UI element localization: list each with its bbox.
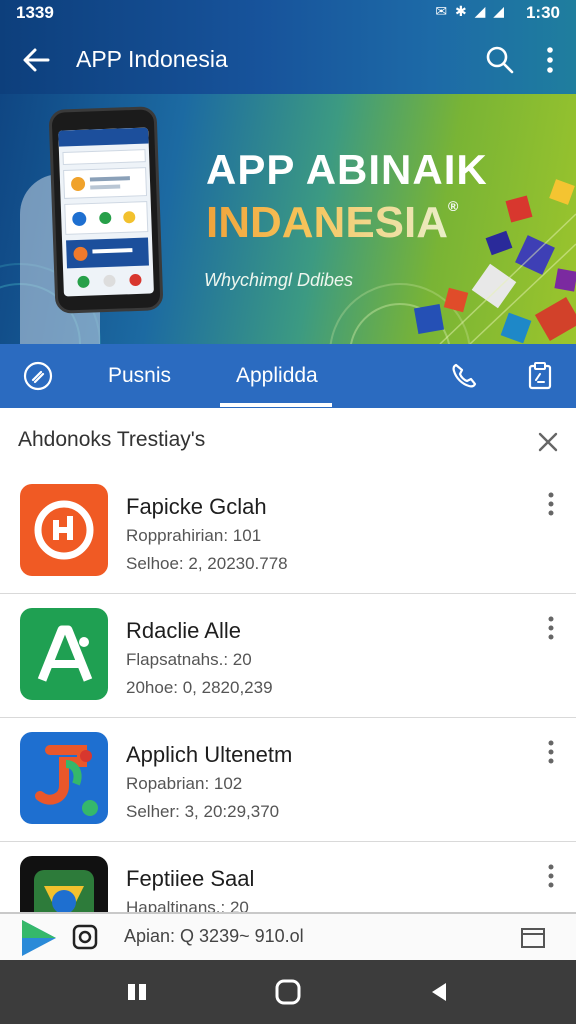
active-tab-indicator <box>220 403 332 407</box>
app-name: Rdaclie Alle <box>126 618 241 643</box>
tag-icon[interactable] <box>22 360 54 392</box>
arrow-left-icon[interactable] <box>18 42 54 78</box>
clipboard-icon[interactable] <box>524 360 556 392</box>
page-title: APP Indonesia <box>76 46 228 72</box>
app-icon-dark <box>20 856 108 912</box>
more-vertical-icon[interactable] <box>540 614 562 644</box>
app-meta-info: Selher: 3, 20:29,370 <box>126 802 280 821</box>
more-vertical-icon[interactable] <box>540 490 562 520</box>
status-icons: ✉ ✱ ◢ ◢ <box>435 3 506 19</box>
status-time: 1339 <box>16 3 54 22</box>
recents-icon[interactable] <box>124 978 152 1006</box>
app-name: Applich Ultenetm <box>126 742 293 767</box>
app-name: Fapicke Gclah <box>126 494 267 519</box>
section-title: Ahdonoks Trestiay's <box>18 428 206 451</box>
phone-icon[interactable] <box>448 360 480 392</box>
app-icon-green <box>20 608 108 700</box>
tab-applidda[interactable]: Applidda <box>236 364 318 388</box>
app-icon-blue <box>20 732 108 824</box>
banner-subtitle: Whychimgl Ddibes <box>204 270 354 290</box>
search-icon[interactable] <box>484 44 516 76</box>
app-meta-downloads: Hapaltinans.: 20 <box>126 898 249 912</box>
phone-illustration <box>48 106 164 314</box>
home-icon[interactable] <box>274 978 302 1006</box>
status-bar: 1339 ✉ ✱ ◢ ◢ 1:30 <box>0 0 576 26</box>
app-icon-orange <box>20 484 108 576</box>
play-store-icon <box>20 918 60 958</box>
strip-text: Apian: Q 3239~ 910.ol <box>124 926 304 946</box>
bottom-info-strip[interactable]: Apian: Q 3239~ 910.ol <box>0 912 576 960</box>
more-vertical-icon[interactable] <box>536 44 564 76</box>
status-clock: 1:30 <box>525 3 560 22</box>
tab-bar: Pusnis Applidda <box>0 344 576 408</box>
app-meta-downloads: Ropprahirian: 101 <box>126 526 262 545</box>
more-vertical-icon[interactable] <box>540 862 562 892</box>
system-nav-bar <box>0 960 576 1024</box>
list-item[interactable]: Fapicke Gclah Ropprahirian: 101 Selhoe: … <box>0 470 576 594</box>
badge-icon <box>72 924 98 950</box>
app-meta-info: Selhoe: 2, 20230.778 <box>126 554 288 573</box>
window-icon[interactable] <box>520 926 546 950</box>
tab-pusnis[interactable]: Pusnis <box>108 364 171 388</box>
app-name: Feptiiee Saal <box>126 866 255 891</box>
list-item[interactable]: Rdaclie Alle Flapsatnahs.: 20 20hoe: 0, … <box>0 594 576 718</box>
back-triangle-icon[interactable] <box>426 978 454 1006</box>
top-bar: 1339 ✉ ✱ ◢ ◢ 1:30 APP Indonesia <box>0 0 576 94</box>
banner-trademark: ® <box>448 198 459 214</box>
close-icon[interactable] <box>532 426 564 458</box>
promo-banner[interactable]: APP ABINAIK INDANESIA® Whychimgl Ddibes <box>0 94 576 344</box>
app-meta-downloads: Ropabrian: 102 <box>126 774 243 793</box>
banner-headline: APP ABINAIK <box>206 146 488 193</box>
list-item[interactable]: Applich Ultenetm Ropabrian: 102 Selher: … <box>0 718 576 842</box>
banner-headline-2-text: INDANESIA <box>206 198 449 247</box>
list-item[interactable]: Feptiiee Saal Hapaltinans.: 20 <box>0 842 576 912</box>
banner-headline-2: INDANESIA® <box>206 198 458 248</box>
app-meta-info: 20hoe: 0, 2820,239 <box>126 678 273 697</box>
more-vertical-icon[interactable] <box>540 738 562 768</box>
app-meta-downloads: Flapsatnahs.: 20 <box>126 650 252 669</box>
